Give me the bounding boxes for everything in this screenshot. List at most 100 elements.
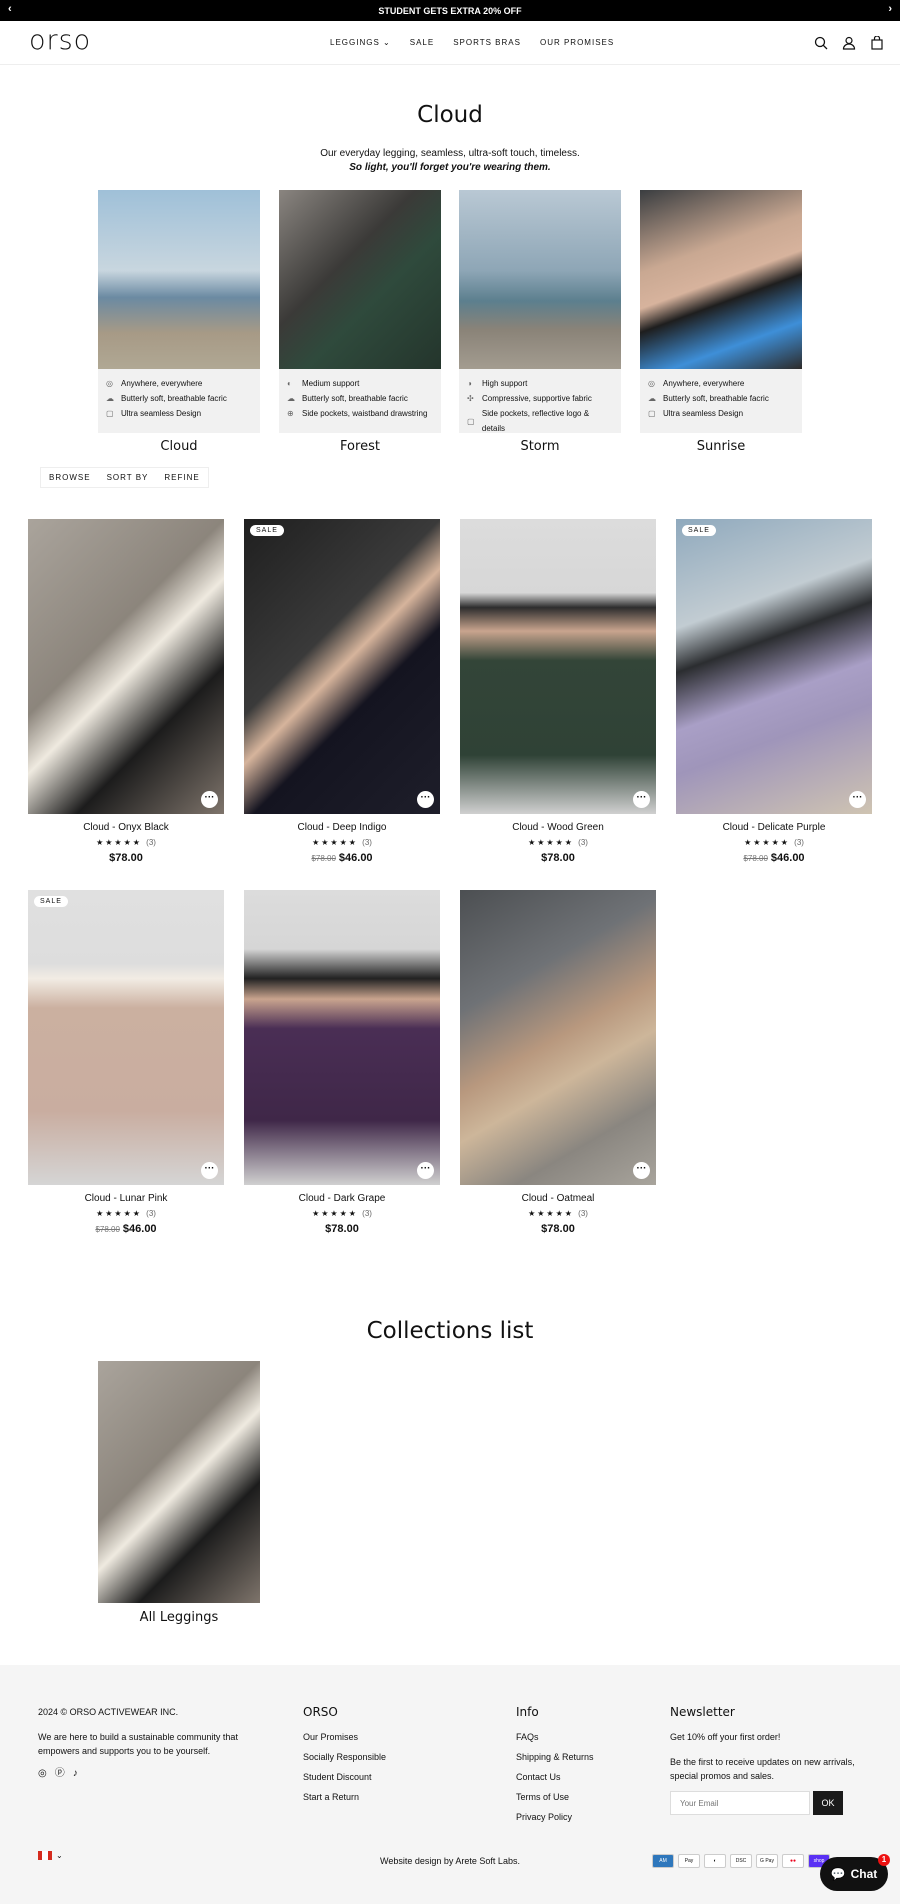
email-field[interactable] [670, 1791, 810, 1815]
seam-icon: ▢ [648, 409, 656, 418]
footer-link[interactable]: Our Promises [303, 1727, 386, 1747]
main-nav: LEGGINGS ⌄ SALE SPORTS BRAS OUR PROMISES [330, 38, 614, 47]
rating: ★★★★★ (3) [528, 1209, 588, 1218]
mastercard-icon: ●● [782, 1854, 804, 1868]
footer-link[interactable]: Terms of Use [516, 1787, 594, 1807]
more-options-icon[interactable]: ··· [633, 791, 650, 808]
product-image: ··· [244, 890, 440, 1185]
footer-link[interactable]: Contact Us [516, 1767, 594, 1787]
product-card[interactable]: SALE ··· Cloud - Delicate Purple ★★★★★ (… [676, 519, 872, 864]
sale-badge: SALE [682, 525, 716, 536]
price: $78.00 [541, 852, 575, 864]
browse-button[interactable]: BROWSE [41, 473, 99, 482]
announcement-text: STUDENT GETS EXTRA 20% OFF [378, 5, 522, 16]
collection-card[interactable]: All Leggings [98, 1361, 260, 1625]
more-options-icon[interactable]: ··· [633, 1162, 650, 1179]
sale-badge: SALE [250, 525, 284, 536]
variant-image [279, 190, 441, 369]
instagram-icon[interactable]: ◎ [38, 1764, 47, 1784]
apple-pay-icon: Pay [678, 1854, 700, 1868]
price: $78.00 $46.00 [311, 852, 373, 864]
subscribe-button[interactable]: OK [813, 1791, 843, 1815]
footer-about: 2024 © ORSO ACTIVEWEAR INC. We are here … [38, 1702, 238, 1784]
chat-button[interactable]: 💬 Chat 1 [820, 1854, 890, 1891]
announcement-bar: ‹ STUDENT GETS EXTRA 20% OFF › [0, 0, 900, 21]
variant-card-cloud[interactable]: ◎ Anywhere, everywhere ☁ Butterly soft, br… [98, 190, 260, 454]
pocket-icon: ▢ [467, 416, 475, 426]
product-card[interactable]: ··· Cloud - Dark Grape ★★★★★ (3) $78.00 [244, 890, 440, 1235]
variant-card-sunrise[interactable]: ◎ Anywhere, everywhere ☁ Butterly soft, br… [640, 190, 802, 454]
refine-button[interactable]: REFINE [156, 473, 207, 482]
nav-our-promises[interactable]: OUR PROMISES [540, 38, 614, 47]
nav-sale[interactable]: SALE [410, 38, 434, 47]
product-image: ··· [28, 519, 224, 814]
support-icon: ◐ [287, 379, 292, 388]
price: $78.00 [109, 852, 143, 864]
product-card[interactable]: ··· Cloud - Onyx Black ★★★★★ (3) $78.00 [28, 519, 224, 864]
footer-link[interactable]: Student Discount [303, 1767, 386, 1787]
footer-info: Info FAQs Shipping & Returns Contact Us … [516, 1702, 594, 1827]
footer-link[interactable]: Start a Return [303, 1787, 386, 1807]
pocket-icon: ⊕ [287, 409, 294, 418]
price: $78.00 [541, 1223, 575, 1235]
more-options-icon[interactable]: ··· [417, 791, 434, 808]
compress-icon: ✣ [467, 394, 474, 403]
support-icon: ◑ [467, 379, 472, 388]
account-icon[interactable] [842, 36, 856, 50]
rating: ★★★★★ (3) [312, 1209, 372, 1218]
price: $78.00 $46.00 [743, 852, 805, 864]
variant-card-storm[interactable]: ◑ High support ✣ Compressive, supportive f… [459, 190, 621, 454]
next-arrow-icon[interactable]: › [888, 3, 892, 15]
footer-link[interactable]: Shipping & Returns [516, 1747, 594, 1767]
sale-badge: SALE [34, 896, 68, 907]
product-card[interactable]: SALE ··· Cloud - Lunar Pink ★★★★★ (3) $7… [28, 890, 224, 1235]
product-card[interactable]: ··· Cloud - Oatmeal ★★★★★ (3) $78.00 [460, 890, 656, 1235]
globe-icon: ◎ [106, 379, 113, 388]
seam-icon: ▢ [106, 409, 114, 418]
product-image: ··· [460, 890, 656, 1185]
product-card[interactable]: ··· Cloud - Wood Green ★★★★★ (3) $78.00 [460, 519, 656, 864]
cloud-icon: ☁ [287, 394, 295, 403]
sort-by-button[interactable]: SORT BY [99, 473, 157, 482]
more-options-icon[interactable]: ··· [201, 1162, 218, 1179]
rating: ★★★★★ (3) [96, 1209, 156, 1218]
logo[interactable]: orso [29, 25, 91, 56]
prev-arrow-icon[interactable]: ‹ [8, 3, 12, 15]
price: $78.00 [325, 1223, 359, 1235]
footer-newsletter: Newsletter Get 10% off your first order!… [670, 1702, 860, 1815]
variant-image [640, 190, 802, 369]
footer-link[interactable]: Socially Responsible [303, 1747, 386, 1767]
collection-description: Our everyday legging, seamless, ultra-so… [320, 148, 580, 173]
collections-title: Collections list [366, 1318, 534, 1344]
globe-icon: ◎ [648, 379, 655, 388]
product-image: SALE ··· [28, 890, 224, 1185]
more-options-icon[interactable]: ··· [417, 1162, 434, 1179]
cloud-icon: ☁ [106, 394, 114, 403]
variant-card-forest[interactable]: ◐ Medium support ☁ Butterly soft, breathab… [279, 190, 441, 454]
nav-sports-bras[interactable]: SPORTS BRAS [453, 38, 521, 47]
product-image: SALE ··· [244, 519, 440, 814]
chat-bubble-icon: 💬 [830, 1867, 846, 1881]
page-title: Cloud [417, 102, 483, 128]
more-options-icon[interactable]: ··· [849, 791, 866, 808]
more-options-icon[interactable]: ··· [201, 791, 218, 808]
chat-badge: 1 [878, 1854, 890, 1866]
product-image: SALE ··· [676, 519, 872, 814]
variant-image [459, 190, 621, 369]
tiktok-icon[interactable]: ♪ [73, 1764, 78, 1784]
filter-bar: BROWSE SORT BY REFINE [40, 467, 209, 488]
cart-icon[interactable] [870, 36, 884, 50]
pinterest-icon[interactable]: ⓟ [55, 1764, 65, 1784]
variant-image [98, 190, 260, 369]
product-card[interactable]: SALE ··· Cloud - Deep Indigo ★★★★★ (3) $… [244, 519, 440, 864]
rating: ★★★★★ (3) [528, 838, 588, 847]
footer-link[interactable]: FAQs [516, 1727, 594, 1747]
product-image: ··· [460, 519, 656, 814]
nav-leggings[interactable]: LEGGINGS ⌄ [330, 38, 391, 47]
footer-link[interactable]: Privacy Policy [516, 1807, 594, 1827]
discover-icon: DSC [730, 1854, 752, 1868]
price: $78.00 $46.00 [95, 1223, 157, 1235]
search-icon[interactable] [814, 36, 828, 50]
rating: ★★★★★ (3) [744, 838, 804, 847]
amex-icon: AM [652, 1854, 674, 1868]
